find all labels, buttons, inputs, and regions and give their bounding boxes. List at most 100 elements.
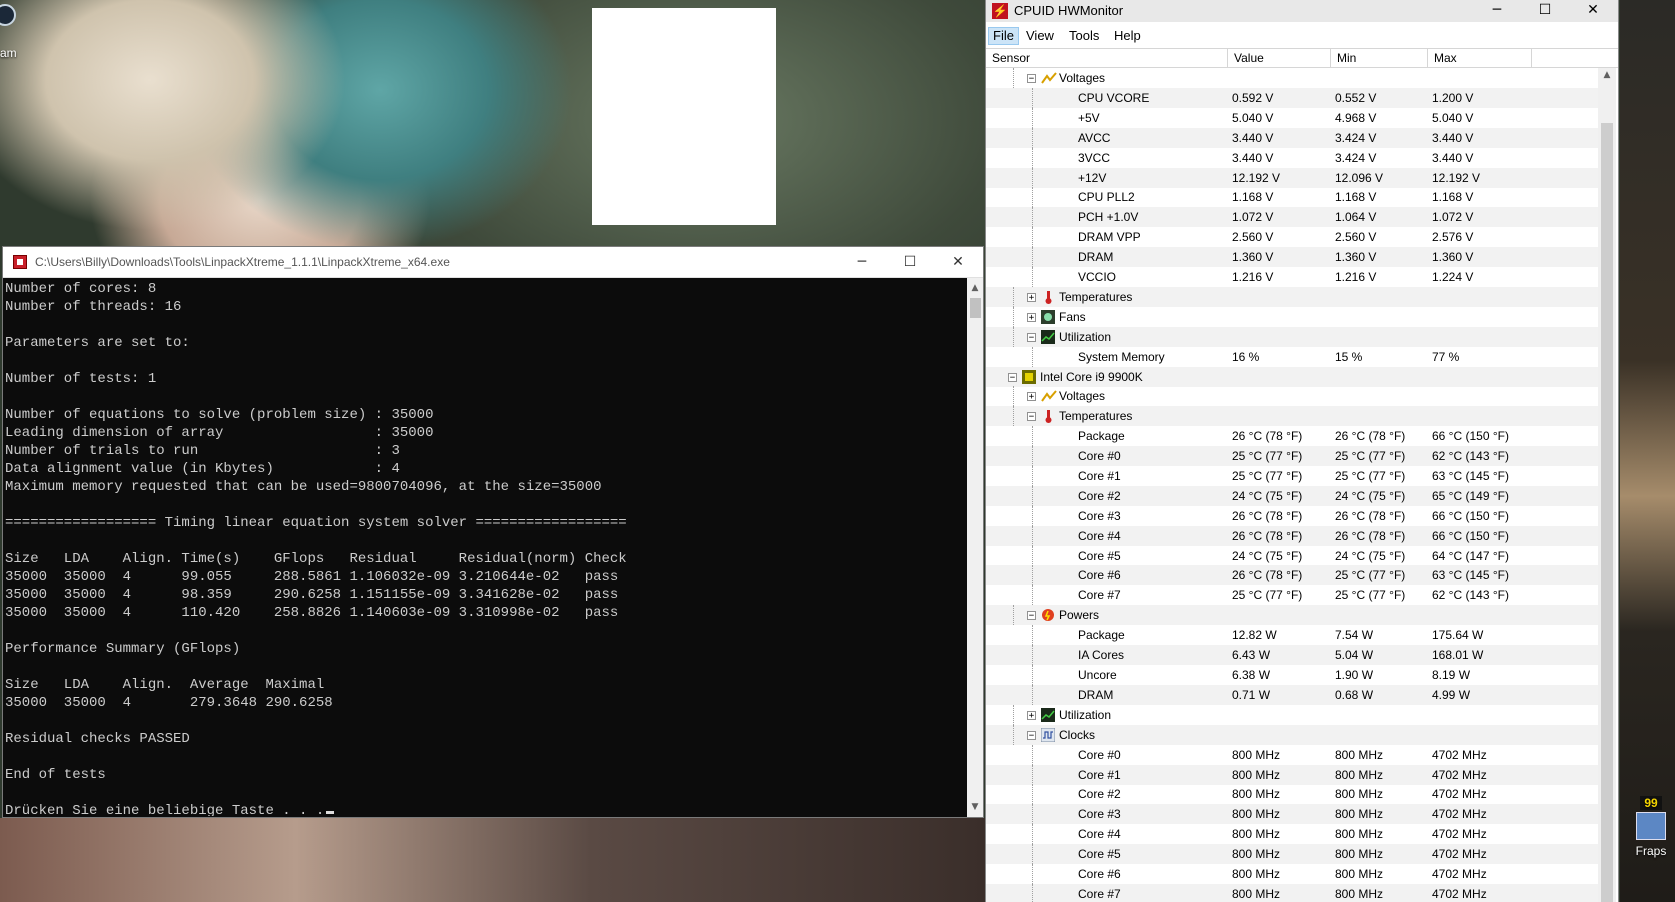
sensor-row[interactable]: CPU PLL2 1.168 V 1.168 V 1.168 V [986,187,1598,207]
fraps-desktop-shortcut[interactable]: 99 Fraps [1628,796,1674,858]
scroll-up-icon[interactable]: ▲ [967,280,983,296]
hwmonitor-titlebar[interactable]: ⚡ CPUID HWMonitor ─ ☐ ✕ [986,0,1618,22]
linpack-console-window[interactable]: C:\Users\Billy\Downloads\Tools\LinpackXt… [2,246,984,818]
sensor-row[interactable]: DRAM 1.360 V 1.360 V 1.360 V [986,247,1598,267]
sensor-row[interactable]: Core #1 25 °C (77 °F) 25 °C (77 °F) 63 °C (… [986,466,1598,486]
column-value[interactable]: Value [1228,49,1331,68]
steam-desktop-shortcut[interactable] [0,0,20,42]
hwm-maximize-button[interactable]: ☐ [1522,0,1568,22]
column-min[interactable]: Min [1331,49,1428,68]
sensor-value: 800 MHz [1232,807,1281,821]
sensor-row[interactable]: DRAM 0.71 W 0.68 W 4.99 W [986,685,1598,705]
maximize-button[interactable]: ☐ [887,247,933,277]
console-line: 35000 35000 4 99.055 288.5861 1.106032e-… [5,569,619,585]
sensor-max: 3.440 V [1432,151,1474,165]
sensor-row[interactable]: Package 26 °C (78 °F) 26 °C (78 °F) 66 °C (… [986,426,1598,446]
collapse-icon[interactable]: − [1027,731,1036,741]
sensor-min: 800 MHz [1335,807,1384,821]
sensor-max: 63 °C (145 °F) [1432,469,1509,483]
hwmonitor-window[interactable]: ⚡ CPUID HWMonitor ─ ☐ ✕ File View Tools … [985,0,1619,902]
sensor-row[interactable]: Core #0 25 °C (77 °F) 25 °C (77 °F) 62 °C (… [986,446,1598,466]
close-button[interactable]: ✕ [935,247,981,277]
scrollbar-thumb[interactable] [970,298,981,318]
sensor-row[interactable]: Core #6 26 °C (78 °F) 25 °C (77 °F) 63 °C (… [986,565,1598,585]
device-node[interactable]: − Intel Core i9 9900K [986,367,1598,387]
sensor-row[interactable]: Core #3 800 MHz 800 MHz 4702 MHz [986,804,1598,824]
sensor-row[interactable]: Core #5 800 MHz 800 MHz 4702 MHz [986,844,1598,864]
tree-connector [1032,745,1033,765]
minimize-button[interactable]: ─ [839,247,885,277]
expand-icon[interactable]: + [1027,313,1036,323]
hwm-scrollbar[interactable]: ▲ [1598,68,1616,902]
sensor-row[interactable]: Core #5 24 °C (75 °F) 24 °C (75 °F) 64 °C (… [986,546,1598,566]
hwmonitor-app-icon[interactable]: ⚡ [992,3,1008,19]
console-output[interactable]: Number of cores: 8 Number of threads: 16 P… [5,280,963,816]
collapse-icon[interactable]: − [1027,333,1036,343]
scroll-down-icon[interactable]: ▼ [967,799,983,815]
sensor-row[interactable]: +5V 5.040 V 4.968 V 5.040 V [986,108,1598,128]
column-header: Sensor Value Min Max [986,48,1618,68]
menu-tools[interactable]: Tools [1065,27,1103,45]
sensor-row[interactable]: IA Cores 6.43 W 5.04 W 168.01 W [986,645,1598,665]
expand-icon[interactable]: + [1027,293,1036,303]
console-line: Number of cores: 8 [5,281,157,297]
sensor-row[interactable]: Core #7 25 °C (77 °F) 25 °C (77 °F) 62 °C (… [986,585,1598,605]
sensor-row[interactable]: VCCIO 1.216 V 1.216 V 1.224 V [986,267,1598,287]
sensor-row[interactable]: Core #1 800 MHz 800 MHz 4702 MHz [986,765,1598,785]
collapse-icon[interactable]: − [1027,412,1036,422]
sensor-max: 8.19 W [1432,668,1471,682]
hwm-close-button[interactable]: ✕ [1570,0,1616,22]
sensor-group-row[interactable]: − Powers [986,605,1598,625]
sensor-row[interactable]: Core #4 26 °C (78 °F) 26 °C (78 °F) 66 °C (… [986,526,1598,546]
collapse-icon[interactable]: − [1027,74,1036,84]
sensor-row[interactable]: Core #4 800 MHz 800 MHz 4702 MHz [986,824,1598,844]
expand-icon[interactable]: + [1027,392,1036,402]
column-max[interactable]: Max [1428,49,1532,68]
sensor-group-row[interactable]: + Utilization [986,705,1598,725]
sensor-row[interactable]: CPU VCORE 0.592 V 0.552 V 1.200 V [986,88,1598,108]
sensor-value: 1.168 V [1232,190,1274,204]
sensor-group-row[interactable]: − Clocks [986,725,1598,745]
console-scrollbar[interactable]: ▲ ▼ [967,278,983,817]
expand-icon[interactable]: + [1027,711,1036,721]
sensor-row[interactable]: Core #6 800 MHz 800 MHz 4702 MHz [986,864,1598,884]
collapse-icon[interactable]: − [1008,373,1017,383]
menu-file[interactable]: File [988,27,1019,45]
sensor-row[interactable]: AVCC 3.440 V 3.424 V 3.440 V [986,128,1598,148]
utilization-icon [1041,708,1055,722]
sensor-row[interactable]: System Memory 16 % 15 % 77 % [986,347,1598,367]
sensor-row[interactable]: Package 12.82 W 7.54 W 175.64 W [986,625,1598,645]
sensor-row[interactable]: Uncore 6.38 W 1.90 W 8.19 W [986,665,1598,685]
sensor-row[interactable]: Core #2 800 MHz 800 MHz 4702 MHz [986,784,1598,804]
sensor-group-row[interactable]: + Voltages [986,386,1598,406]
hwm-scroll-up-icon[interactable]: ▲ [1598,70,1616,84]
sensor-group-row[interactable]: − Utilization [986,327,1598,347]
sensor-row[interactable]: Core #0 800 MHz 800 MHz 4702 MHz [986,745,1598,765]
column-sensor[interactable]: Sensor [986,49,1228,68]
console-titlebar[interactable]: C:\Users\Billy\Downloads\Tools\LinpackXt… [3,247,983,278]
sensor-row[interactable]: PCH +1.0V 1.072 V 1.064 V 1.072 V [986,207,1598,227]
sensor-label: Fans [1059,310,1086,324]
hwm-minimize-button[interactable]: ─ [1474,0,1520,22]
tree-connector [1013,68,1014,88]
menu-help[interactable]: Help [1110,27,1145,45]
sensor-group-row[interactable]: − Temperatures [986,406,1598,426]
sensor-label: DRAM [1078,688,1114,702]
sensor-row[interactable]: Core #7 800 MHz 800 MHz 4702 MHz [986,884,1598,902]
tree-connector [1013,406,1014,426]
menu-view[interactable]: View [1022,27,1058,45]
sensor-value: 25 °C (77 °F) [1232,469,1303,483]
sensor-group-row[interactable]: − Voltages [986,68,1598,88]
sensor-row[interactable]: DRAM VPP 2.560 V 2.560 V 2.576 V [986,227,1598,247]
sensor-row[interactable]: Core #3 26 °C (78 °F) 26 °C (78 °F) 66 °C (… [986,506,1598,526]
collapse-icon[interactable]: − [1027,611,1036,621]
console-app-icon[interactable] [13,255,27,269]
hwm-scrollbar-thumb[interactable] [1601,123,1613,902]
sensor-row[interactable]: Core #2 24 °C (75 °F) 24 °C (75 °F) 65 °C (… [986,486,1598,506]
sensor-group-row[interactable]: + Temperatures [986,287,1598,307]
sensor-row[interactable]: 3VCC 3.440 V 3.424 V 3.440 V [986,148,1598,168]
sensor-max: 4702 MHz [1432,768,1487,782]
sensor-row[interactable]: +12V 12.192 V 12.096 V 12.192 V [986,168,1598,188]
sensor-group-row[interactable]: + Fans [986,307,1598,327]
sensor-tree[interactable]: − Voltages CPU VCORE 0.592 V 0.552 V 1.200 V +… [986,68,1598,902]
